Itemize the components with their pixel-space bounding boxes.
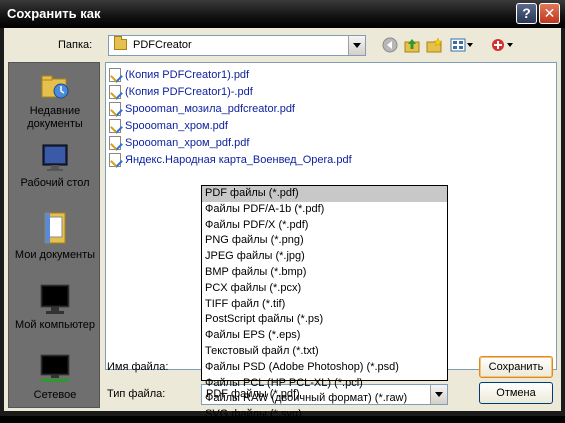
filetype-option[interactable]: Файлы PCL (HP PCL-XL) (*.pcl) [202,376,447,392]
pdf-file-icon [109,135,121,150]
list-item[interactable]: Spoooman_хром.pdf [109,117,228,134]
filetype-option[interactable]: PostScript файлы (*.ps) [202,312,447,328]
list-item[interactable]: (Копия PDFCreator1)-.pdf [109,83,253,100]
views-icon[interactable] [449,36,475,54]
filetype-option[interactable]: BMP файлы (*.bmp) [202,265,447,281]
folder-label: Папка: [58,39,93,51]
list-item[interactable]: (Копия PDFCreator1).pdf [109,66,249,83]
save-button[interactable]: Сохранить [479,356,553,378]
place-label-recent: Недавние документы [27,105,83,130]
list-item[interactable]: Spoooman_хром_pdf.pdf [109,134,249,151]
pdf-file-icon [109,118,121,133]
list-item[interactable]: Яндекс.Народная карта_Военвед_Opera.pdf [109,151,352,168]
place-label-desktop: Рабочий стол [20,177,90,189]
filetype-dropdown[interactable]: PDF файлы (*.pdf) Файлы PDF/A-1b (*.pdf)… [201,185,448,420]
place-label-network: Сетевое [33,389,77,401]
filetype-option[interactable]: JPEG файлы (*.jpg) [202,249,447,265]
filename-label: Имя файла: [107,361,169,373]
window-title: Сохранить как [7,6,101,21]
pdf-file-icon [109,101,121,116]
filetype-option[interactable]: Файлы EPS (*.eps) [202,328,447,344]
help-button[interactable]: ? [516,3,537,24]
network-icon [39,353,71,385]
filetype-option[interactable]: PNG файлы (*.png) [202,233,447,249]
save-as-dialog: Сохранить как ? ✕ Папка: PDFCreator Неда… [0,0,565,420]
dialog-body: Папка: PDFCreator Недавние документы Раб… [4,28,561,420]
places-bar: Недавние документы Рабочий стол Мои доку… [8,62,100,408]
folder-combo[interactable]: PDFCreator [108,35,366,56]
filetype-option[interactable]: SVG файлы (*.svg) [202,407,447,423]
recent-docs-icon [39,71,71,101]
desktop-icon [39,143,71,173]
filetype-option[interactable]: TIFF файл (*.tif) [202,297,447,313]
close-button[interactable]: ✕ [539,3,560,24]
my-documents-icon [39,211,71,245]
pdf-file-icon [109,67,121,82]
filetype-option[interactable]: Файлы PDF/A-1b (*.pdf) [202,202,447,218]
chevron-down-icon[interactable] [348,36,365,55]
filetype-option[interactable]: Файлы RAW (двоичный формат) (*.raw) [202,391,447,407]
place-label-my-documents: Мои документы [14,249,96,261]
place-recent[interactable]: Недавние документы [9,71,101,131]
filetype-option[interactable]: Файлы PSD (Adobe Photoshop) (*.psd) [202,360,447,376]
folder-icon [114,36,127,50]
filetype-option[interactable]: Файлы PDF/X (*.pdf) [202,218,447,234]
place-desktop[interactable]: Рабочий стол [9,143,101,190]
up-folder-icon[interactable] [403,36,421,54]
place-label-my-computer: Мой компьютер [14,319,96,331]
title-bar: Сохранить как ? ✕ [0,0,565,28]
my-computer-icon [39,283,71,315]
folder-current: PDFCreator [133,39,192,51]
place-my-documents[interactable]: Мои документы [9,211,101,262]
filetype-label: Тип файла: [107,388,166,400]
new-folder-icon[interactable] [425,36,443,54]
filetype-option[interactable]: PCX файлы (*.pcx) [202,281,447,297]
cancel-button[interactable]: Отмена [479,382,553,404]
pdf-file-icon [109,152,121,167]
filetype-option[interactable]: Текстовый файл (*.txt) [202,344,447,360]
tools-icon[interactable] [489,36,515,54]
pdf-file-icon [109,84,121,99]
place-my-computer[interactable]: Мой компьютер [9,283,101,332]
filetype-option[interactable]: PDF файлы (*.pdf) [202,186,447,202]
list-item[interactable]: Spoooman_мозила_pdfcreator.pdf [109,100,295,117]
place-network[interactable]: Сетевое [9,353,101,402]
back-icon[interactable] [381,36,399,54]
